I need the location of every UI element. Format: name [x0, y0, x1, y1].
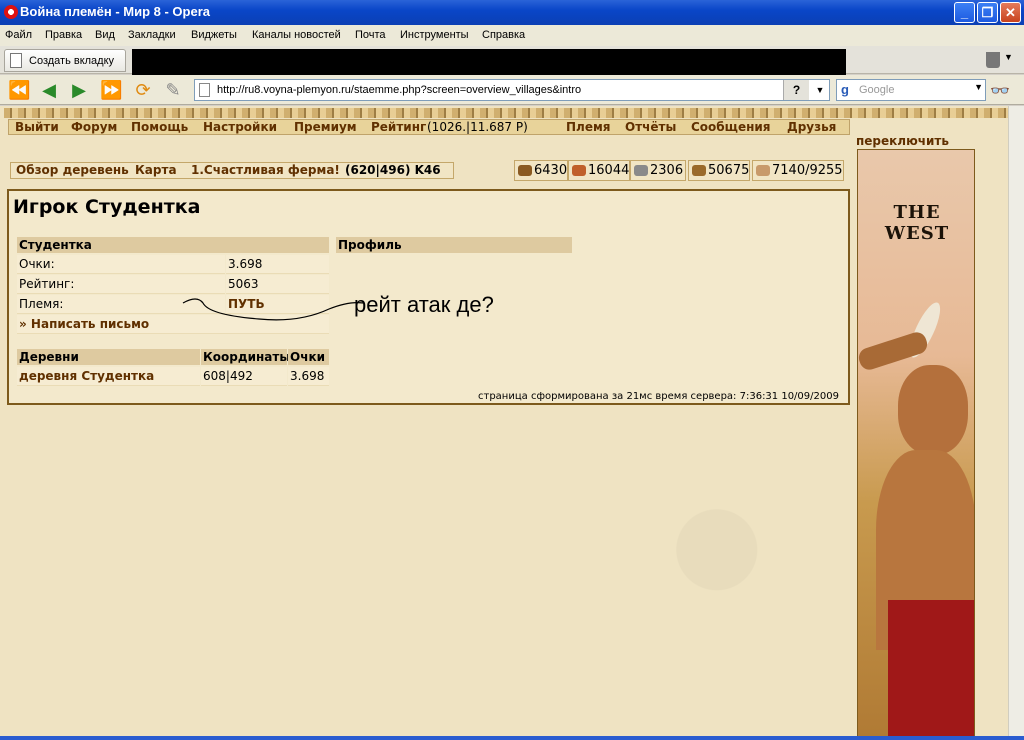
- village-link[interactable]: 1.Счастливая ферма!: [191, 163, 340, 177]
- storage-icon: [692, 165, 706, 176]
- points-header: Очки: [288, 349, 329, 365]
- address-bar[interactable]: http://ru8.voyna-plemyon.ru/staemme.php?…: [194, 79, 830, 101]
- points-value: 3.698: [226, 255, 329, 274]
- forward-icon[interactable]: ▶: [68, 80, 90, 100]
- village-coords-value: 608|492: [201, 367, 287, 386]
- restore-button[interactable]: ❐: [977, 2, 998, 23]
- vertical-scrollbar[interactable]: [1008, 106, 1024, 740]
- resource-iron: 2306: [630, 160, 686, 181]
- ranking-value: (1026.|11.687 P): [427, 120, 528, 134]
- window-title: Война племён - Мир 8 - Opera: [20, 4, 210, 19]
- glasses-icon[interactable]: 👓: [990, 81, 1010, 101]
- opera-icon: [4, 5, 18, 19]
- resource-clay: 16044: [568, 160, 630, 181]
- coords-header: Координаты: [201, 349, 291, 365]
- page-content: Выйти Форум Помощь Настройки Премиум Рей…: [0, 106, 1024, 740]
- village-points-value: 3.698: [288, 367, 329, 386]
- menu-file[interactable]: Файл: [5, 29, 32, 41]
- clay-icon: [572, 165, 586, 176]
- menu-bookmarks[interactable]: Закладки: [128, 29, 176, 41]
- back-icon[interactable]: ◀: [38, 80, 60, 100]
- rank-label: Рейтинг:: [17, 275, 225, 294]
- profile-header: Профиль: [336, 237, 572, 253]
- page-icon: [199, 83, 210, 97]
- menubar: Файл Правка Вид Закладки Виджеты Каналы …: [0, 25, 1024, 46]
- decorative-border: [4, 108, 1020, 118]
- close-button[interactable]: ✕: [1000, 2, 1021, 23]
- game-menu: Выйти Форум Помощь Настройки Премиум Рей…: [8, 119, 850, 135]
- menu-help[interactable]: Справка: [482, 29, 525, 41]
- menu-widgets[interactable]: Виджеты: [191, 29, 237, 41]
- help-button[interactable]: ?: [783, 80, 809, 100]
- rank-value: 5063: [226, 275, 329, 294]
- new-tab-button[interactable]: Создать вкладку: [4, 49, 126, 72]
- resource-population: 7140/9255: [752, 160, 844, 181]
- the-west-banner[interactable]: THE WEST: [857, 149, 975, 740]
- menu-premium[interactable]: Премиум: [294, 120, 357, 134]
- the-west-logo: THE WEST: [884, 202, 950, 244]
- resource-storage: 50675: [688, 160, 750, 181]
- menu-reports[interactable]: Отчёты: [625, 120, 676, 134]
- clay-value: 16044: [588, 163, 630, 178]
- address-url[interactable]: http://ru8.voyna-plemyon.ru/staemme.php?…: [217, 84, 581, 96]
- redacted-tabs: [132, 49, 846, 76]
- overview-link[interactable]: Обзор деревень: [16, 163, 129, 177]
- chevron-down-icon[interactable]: ▼: [811, 80, 829, 100]
- player-table-header: Студентка: [17, 237, 329, 253]
- page-title: Игрок Студентка: [13, 196, 201, 218]
- menu-tribe[interactable]: Племя: [566, 120, 610, 134]
- menu-edit[interactable]: Правка: [45, 29, 82, 41]
- iron-icon: [634, 165, 648, 176]
- switch-link[interactable]: переключить: [856, 134, 949, 148]
- resource-wood: 6430: [514, 160, 568, 181]
- annotation-stroke: [182, 298, 364, 321]
- search-input[interactable]: g Google ▼: [836, 79, 986, 101]
- menu-feeds[interactable]: Каналы новостей: [252, 29, 341, 41]
- document-icon: [10, 53, 22, 68]
- handwritten-annotation: рейт атак де?: [354, 292, 494, 317]
- figure-cloth: [888, 600, 974, 739]
- navigation-bar: ⏪ ◀ ▶ ⏩ ⟳ ✎ http://ru8.voyna-plemyon.ru/…: [0, 75, 1024, 105]
- figure-arm: [858, 329, 930, 373]
- map-link[interactable]: Карта: [135, 163, 177, 177]
- menu-messages[interactable]: Сообщения: [691, 120, 770, 134]
- menu-help-link[interactable]: Помощь: [131, 120, 188, 134]
- points-label: Очки:: [17, 255, 225, 274]
- wood-icon: [518, 165, 532, 176]
- chevron-down-icon[interactable]: ▼: [1004, 52, 1013, 62]
- wood-value: 6430: [534, 163, 568, 178]
- menu-mail[interactable]: Почта: [355, 29, 386, 41]
- population-icon: [756, 165, 770, 176]
- villages-header: Деревни: [17, 349, 200, 365]
- minimize-button[interactable]: _: [954, 2, 975, 23]
- menu-forum[interactable]: Форум: [71, 120, 117, 134]
- village-name-link[interactable]: деревня Студентка: [17, 367, 200, 386]
- iron-value: 2306: [650, 163, 684, 178]
- menu-settings[interactable]: Настройки: [203, 120, 277, 134]
- menu-logout[interactable]: Выйти: [15, 120, 59, 134]
- rewind-icon[interactable]: ⏪: [8, 80, 30, 100]
- menu-ranking[interactable]: Рейтинг: [371, 120, 426, 134]
- taskbar-edge: [0, 736, 1024, 740]
- chevron-down-icon[interactable]: ▼: [974, 82, 983, 92]
- server-time-footer: страница сформирована за 21мс время серв…: [478, 391, 839, 402]
- storage-value: 50675: [708, 163, 750, 178]
- google-icon: g: [841, 82, 849, 97]
- menu-tools[interactable]: Инструменты: [400, 29, 469, 41]
- new-tab-label: Создать вкладку: [29, 55, 115, 67]
- village-coords: (620|496) K46: [345, 163, 441, 177]
- fast-forward-icon[interactable]: ⏩: [100, 80, 122, 100]
- window-titlebar[interactable]: Война племён - Мир 8 - Opera _ ❐ ✕: [0, 0, 1024, 25]
- breadcrumb: Обзор деревень Карта 1.Счастливая ферма!…: [10, 162, 454, 179]
- search-placeholder: Google: [859, 84, 895, 96]
- menu-view[interactable]: Вид: [95, 29, 115, 41]
- reload-icon[interactable]: ⟳: [132, 80, 154, 100]
- edit-icon[interactable]: ✎: [162, 80, 184, 100]
- trash-icon[interactable]: [986, 52, 1000, 68]
- population-value: 7140/9255: [772, 163, 843, 178]
- figure-head: [898, 365, 968, 455]
- menu-friends[interactable]: Друзья: [787, 120, 836, 134]
